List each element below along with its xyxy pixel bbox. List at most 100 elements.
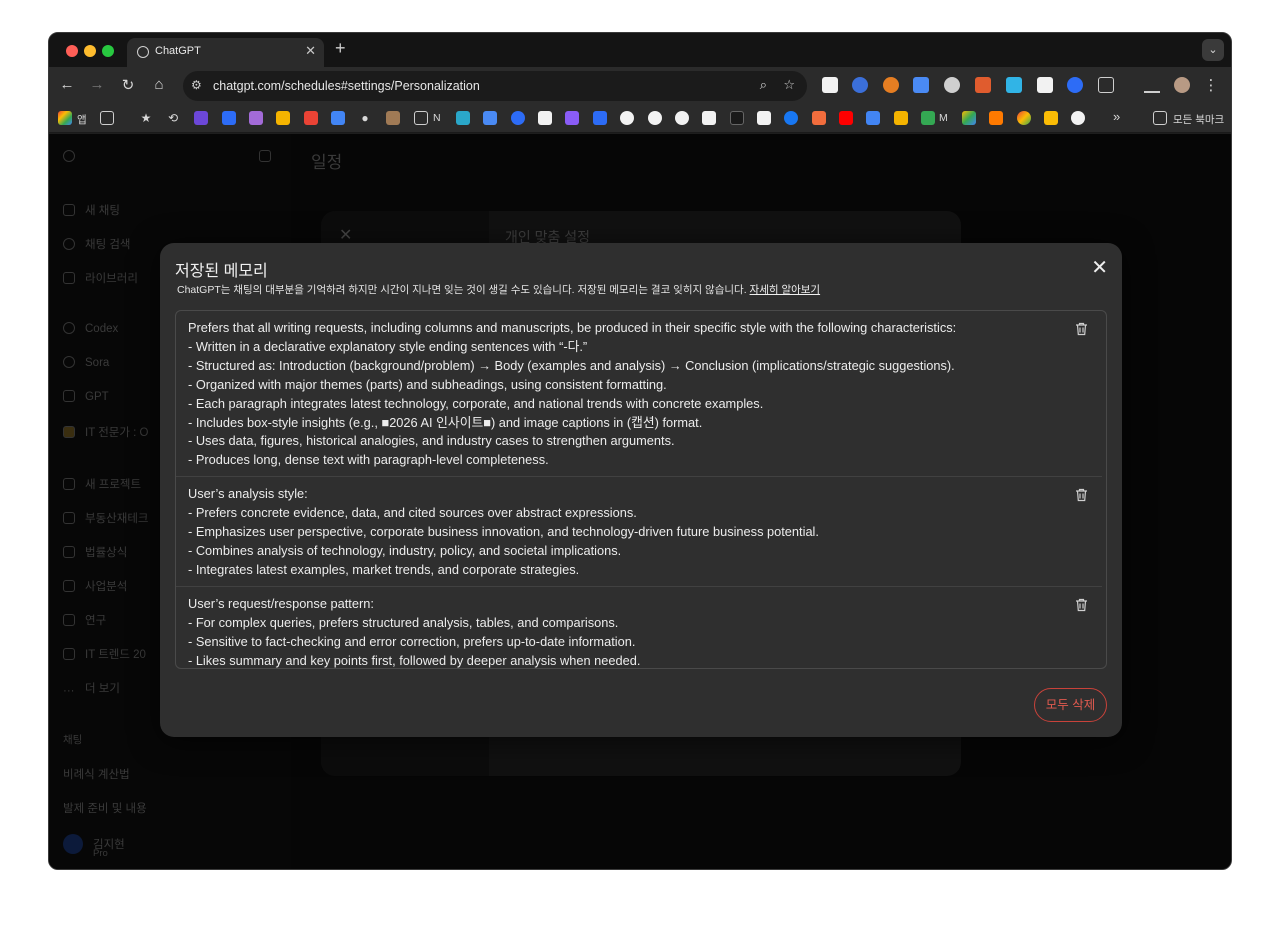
bookmark-yellow-icon[interactable] <box>276 111 290 125</box>
download-extension-icon[interactable] <box>944 77 960 93</box>
bookmark-n-icon[interactable] <box>456 111 470 125</box>
trash-icon[interactable] <box>1075 488 1088 502</box>
link-extension-icon[interactable] <box>852 77 868 93</box>
gem-extension-icon[interactable] <box>1006 77 1022 93</box>
extension-b-icon[interactable] <box>883 77 899 93</box>
site-settings-icon[interactable]: ⚙ <box>191 78 202 92</box>
trash-icon[interactable] <box>1075 322 1088 336</box>
close-window-button[interactable] <box>66 45 78 57</box>
zoom-icon[interactable]: ⌕ <box>760 77 767 93</box>
bookmark-home-icon[interactable] <box>483 111 497 125</box>
sidebar-item-more[interactable]: ··· 더 보기 <box>63 680 120 697</box>
profile-avatar[interactable] <box>1174 77 1190 93</box>
zoom-extension-icon[interactable] <box>1067 77 1083 93</box>
extensions-puzzle-icon[interactable] <box>1098 77 1114 93</box>
notion-extension-icon[interactable] <box>822 77 838 93</box>
reload-icon[interactable]: ↻ <box>118 76 138 94</box>
memory-list[interactable]: Prefers that all writing requests, inclu… <box>175 310 1107 669</box>
docs-icon[interactable] <box>866 111 880 125</box>
sidebar-item-codex[interactable]: Codex <box>63 322 118 335</box>
bookmark-b-icon[interactable] <box>989 111 1003 125</box>
bookmark-blue-icon[interactable] <box>222 111 236 125</box>
bookmark-circle-icon[interactable] <box>620 111 634 125</box>
bookmarks-overflow-chevron[interactable]: » <box>1113 109 1120 124</box>
bookmark-swirl-icon[interactable] <box>648 111 662 125</box>
bookmark-a-icon[interactable] <box>249 111 263 125</box>
youtube-icon[interactable] <box>839 111 853 125</box>
bookmark-j-icon[interactable] <box>757 111 771 125</box>
sidebar-item-project-research[interactable]: 연구 <box>63 612 106 628</box>
slides-icon[interactable] <box>894 111 908 125</box>
close-icon[interactable]: ✕ <box>1091 255 1108 280</box>
sidebar-item-gpt[interactable]: GPT <box>63 390 109 403</box>
bookmark-ring-icon[interactable] <box>1071 111 1085 125</box>
sidebar-item-it-expert[interactable]: IT 전문가 : O <box>63 424 148 440</box>
sidebar-item-project-business[interactable]: 사업분석 <box>63 578 127 594</box>
new-folder-icon <box>63 478 75 490</box>
folder-icon[interactable] <box>414 111 428 125</box>
sidebar-item-new-project[interactable]: 새 프로젝트 <box>63 476 141 492</box>
sidebar-item-project-law[interactable]: 법률상식 <box>63 544 127 560</box>
openai-bookmark-icon[interactable] <box>538 111 552 125</box>
threads-icon[interactable] <box>675 111 689 125</box>
calendar-icon[interactable] <box>331 111 345 125</box>
home-icon[interactable]: ⌂ <box>149 76 169 93</box>
facebook-icon[interactable] <box>784 111 798 125</box>
delete-all-button[interactable]: 모두 삭제 <box>1034 688 1107 722</box>
bookmark-orange-icon[interactable] <box>812 111 826 125</box>
chat-item-ratio[interactable]: 비례식 계산법 <box>63 766 130 782</box>
bookmark-butterfly-icon[interactable] <box>593 111 607 125</box>
back-arrow-icon[interactable]: ← <box>57 76 77 93</box>
m-label[interactable]: M <box>939 112 948 124</box>
gemini-icon[interactable] <box>565 111 579 125</box>
bookmark-brown-icon[interactable] <box>386 111 400 125</box>
bookmark-star-icon[interactable]: ☆ <box>783 77 795 93</box>
sidebar-item-project-it-trend[interactable]: IT 트렌드 20 <box>63 646 146 662</box>
maximize-window-button[interactable] <box>102 45 114 57</box>
translate-extension-icon[interactable] <box>913 77 929 93</box>
chat-item-presentation[interactable]: 발제 준비 및 내용 <box>63 800 147 816</box>
bookmark-d-icon[interactable] <box>730 111 744 125</box>
star-bookmark-icon[interactable]: ★ <box>139 111 153 125</box>
sidebar-item-project-realestate[interactable]: 부동산재테크 <box>63 510 148 526</box>
sora-icon <box>63 356 75 368</box>
c-extension-icon[interactable] <box>1037 77 1053 93</box>
minimize-window-button[interactable] <box>84 45 96 57</box>
forward-arrow-icon[interactable]: → <box>87 76 107 93</box>
bookmark-location-icon[interactable] <box>1044 111 1058 125</box>
bookmark-pin-icon[interactable] <box>511 111 525 125</box>
all-bookmarks-label[interactable]: 모든 북마크 <box>1173 112 1224 127</box>
x-icon[interactable] <box>702 111 716 125</box>
url-text[interactable]: chatgpt.com/schedules#settings/Personali… <box>213 79 480 93</box>
tab-search-chevron-icon[interactable]: ⌄ <box>1202 39 1224 61</box>
downloads-icon[interactable] <box>1144 77 1160 93</box>
browser-menu-icon[interactable]: ⋮ <box>1201 76 1221 94</box>
photos-icon[interactable] <box>1017 111 1031 125</box>
apps-grid-icon[interactable] <box>58 111 72 125</box>
settings-close-icon[interactable]: ✕ <box>339 225 352 245</box>
tab-chatgpt[interactable]: ChatGPT ✕ <box>127 38 324 67</box>
sidebar-item-sora[interactable]: Sora <box>63 356 109 369</box>
fox-extension-icon[interactable] <box>975 77 991 93</box>
sidebar-item-new-chat[interactable]: 새 채팅 <box>63 202 120 218</box>
gpt-grid-icon <box>63 390 75 402</box>
tab-groups-icon[interactable] <box>100 111 114 125</box>
new-tab-button[interactable]: + <box>335 38 346 59</box>
bookmark-dollar-icon[interactable] <box>194 111 208 125</box>
sheets-icon[interactable] <box>921 111 935 125</box>
apple-icon[interactable]: ● <box>358 111 372 125</box>
learn-more-link[interactable]: 자세히 알아보기 <box>750 284 821 296</box>
address-bar[interactable]: ⚙ chatgpt.com/schedules#settings/Persona… <box>183 71 807 101</box>
sidebar-toggle-icon[interactable] <box>259 150 281 163</box>
gmail-icon[interactable] <box>304 111 318 125</box>
sidebar-item-library[interactable]: 라이브러리 <box>63 270 138 286</box>
all-bookmarks-folder-icon[interactable] <box>1153 111 1167 125</box>
trash-icon[interactable] <box>1075 598 1088 612</box>
apps-label[interactable]: 앱 <box>77 112 87 127</box>
tab-close-icon[interactable]: ✕ <box>305 43 316 59</box>
folder-n-label[interactable]: N <box>433 112 441 124</box>
drive-icon[interactable] <box>962 111 976 125</box>
chatgpt-logo-icon[interactable] <box>63 150 85 163</box>
history-icon[interactable]: ⟲ <box>166 111 180 125</box>
sidebar-item-search[interactable]: 채팅 검색 <box>63 236 131 252</box>
